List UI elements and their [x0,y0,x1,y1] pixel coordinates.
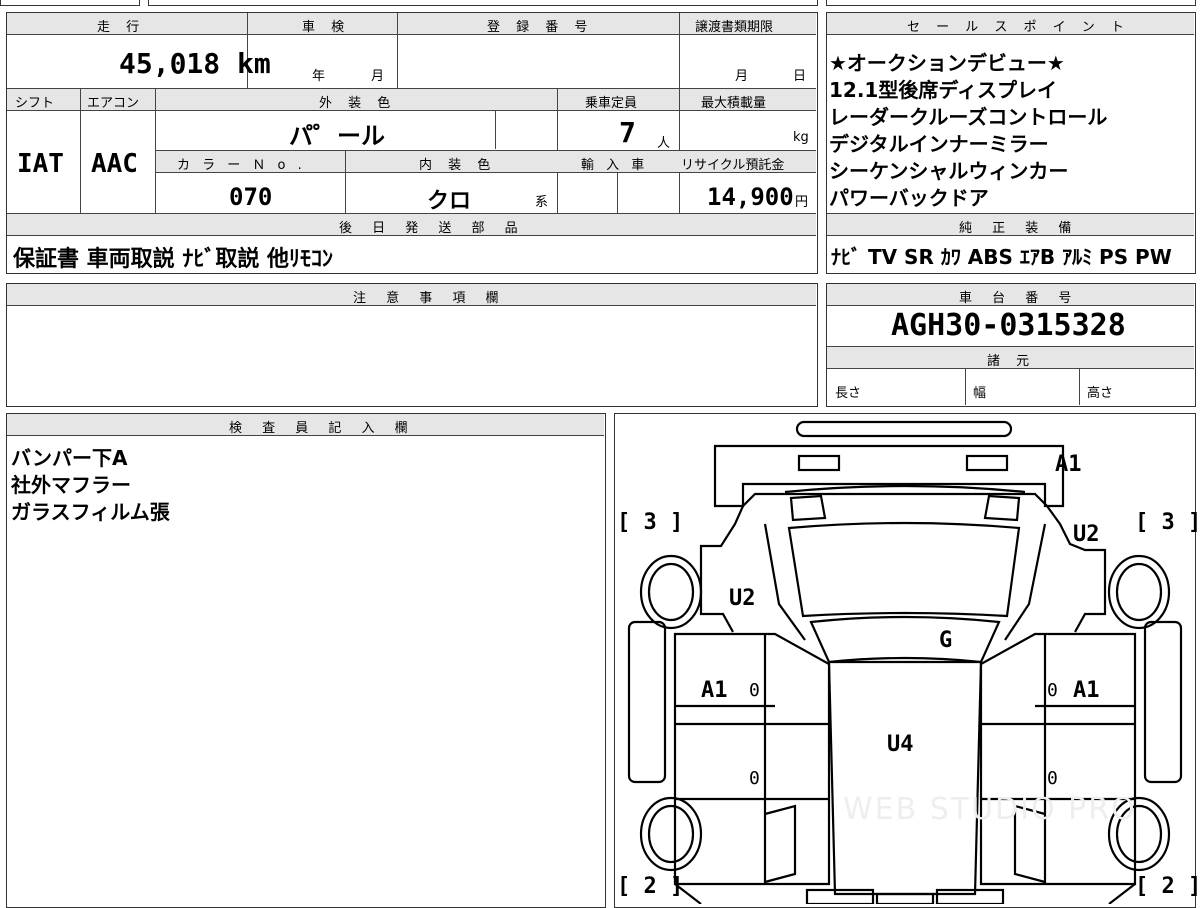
ext-color-header: 外 装 色 [319,96,397,111]
max-load-header: 最大積載量 [701,96,767,111]
inspector-panel: 検 査 員 記 入 欄 バンパー下A 社外マフラー ガラスフィルム張 [6,413,606,908]
sales-point-4: デジタルインナーミラー [829,132,1049,156]
vehicle-info-table: 走 行 車 検 登 録 番 号 譲渡書類期限 45,018 km 年 月 月 日… [6,12,818,274]
spec-length: 長さ [835,386,862,401]
damage-diagram-panel: WEB STUDIO PRO A1 U2 U2 G A1 A1 U4 0 0 0… [614,413,1200,908]
spec-width: 幅 [973,386,987,401]
tire-rear-right: [ 3 ] [1135,510,1200,535]
mark-u4-roof: U4 [887,732,914,757]
transfer-day-unit: 日 [793,69,807,84]
spec-height: 高さ [1087,386,1114,401]
mark-u2-left: U2 [729,586,756,611]
transfer-header: 譲渡書類期限 [695,20,774,35]
chassis-header: 車 台 番 号 [959,291,1080,306]
sales-points-panel: セ ー ル ス ポ イ ン ト ★オークションデビュー★ 12.1型後席ディスプ… [826,12,1196,274]
capacity-header: 乗車定員 [585,96,638,111]
car-outline-diagram [627,420,1183,904]
ext-color-value: パ゜ール [289,122,385,150]
mark-u2-right: U2 [1073,522,1100,547]
sales-point-3: レーダークルーズコントロール [829,105,1108,129]
zero-mark-4: 0 [1047,768,1058,789]
top-strip-cell-2 [148,0,818,6]
shaken-year-unit: 年 [312,69,326,84]
capacity-value: 7 [619,116,636,149]
sales-point-6: パワーバックドア [829,186,989,210]
registration-header: 登 録 番 号 [487,20,594,35]
recycle-header: リサイクル預託金 [681,158,785,173]
recycle-unit: 円 [795,195,809,210]
inspector-line-1: バンパー下A [11,446,128,470]
mark-a1-left: A1 [701,678,728,703]
chassis-panel: 車 台 番 号 AGH30-0315328 諸 元 長さ 幅 高さ [826,283,1196,407]
mileage-value: 45,018 km [119,47,271,80]
recycle-value: 14,900 [707,183,794,211]
later-parts-header: 後 日 発 送 部 品 [339,221,526,236]
notes-panel: 注 意 事 項 欄 [6,283,818,407]
mark-a1-rear: A1 [1055,452,1082,477]
shaken-header: 車 検 [302,20,351,35]
zero-mark-1: 0 [749,680,760,701]
mark-a1-right: A1 [1073,678,1100,703]
notes-header: 注 意 事 項 欄 [353,291,507,306]
ac-header: エアコン [87,96,140,111]
tire-front-left: [ 2 ] [617,874,684,899]
shift-value: IAT [17,149,64,179]
zero-mark-2: 0 [1047,680,1058,701]
ac-value: AAC [91,149,138,179]
int-color-value: クロ [427,189,472,214]
color-no-value: 070 [229,183,273,211]
inspector-line-3: ガラスフィルム張 [11,500,170,524]
capacity-unit: 人 [657,136,671,151]
inspector-header: 検 査 員 記 入 欄 [229,421,416,436]
zero-mark-3: 0 [749,768,760,789]
sales-points-header: セ ー ル ス ポ イ ン ト [907,20,1130,35]
mileage-header: 走 行 [97,20,146,35]
transfer-month-unit: 月 [735,69,749,84]
watermark: WEB STUDIO PRO [843,792,1137,827]
int-color-suffix: 系 [535,195,549,210]
import-header: 輸 入 車 [581,158,649,173]
tire-rear-left: [ 3 ] [617,510,684,535]
color-no-header: カ ラ ー Ｎ o . [177,158,306,173]
top-strip-cell-1 [0,0,140,6]
sales-point-5: シーケンシャルウィンカー [829,159,1069,183]
later-parts-value: 保証書 車両取説 ﾅﾋﾞ取説 他ﾘﾓｺﾝ [13,247,333,272]
sales-point-2: 12.1型後席ディスプレイ [829,78,1057,102]
equipment-value: ﾅﾋﾞ TV SR ｶﾜ ABS ｴｱB ｱﾙﾐ PS PW [831,245,1172,269]
mark-g-windshield: G [939,628,953,653]
specs-header: 諸 元 [987,354,1036,369]
shift-header: シフト [15,96,55,111]
shaken-month-unit: 月 [371,69,385,84]
load-unit: kg [793,130,809,145]
inspector-line-2: 社外マフラー [11,473,131,497]
int-color-header: 内 装 色 [419,158,497,173]
tire-front-right: [ 2 ] [1135,874,1200,899]
chassis-number: AGH30-0315328 [891,308,1126,343]
equipment-header: 純 正 装 備 [959,221,1080,236]
top-strip-cell-3 [826,0,1196,6]
sales-point-1: ★オークションデビュー★ [829,51,1065,75]
